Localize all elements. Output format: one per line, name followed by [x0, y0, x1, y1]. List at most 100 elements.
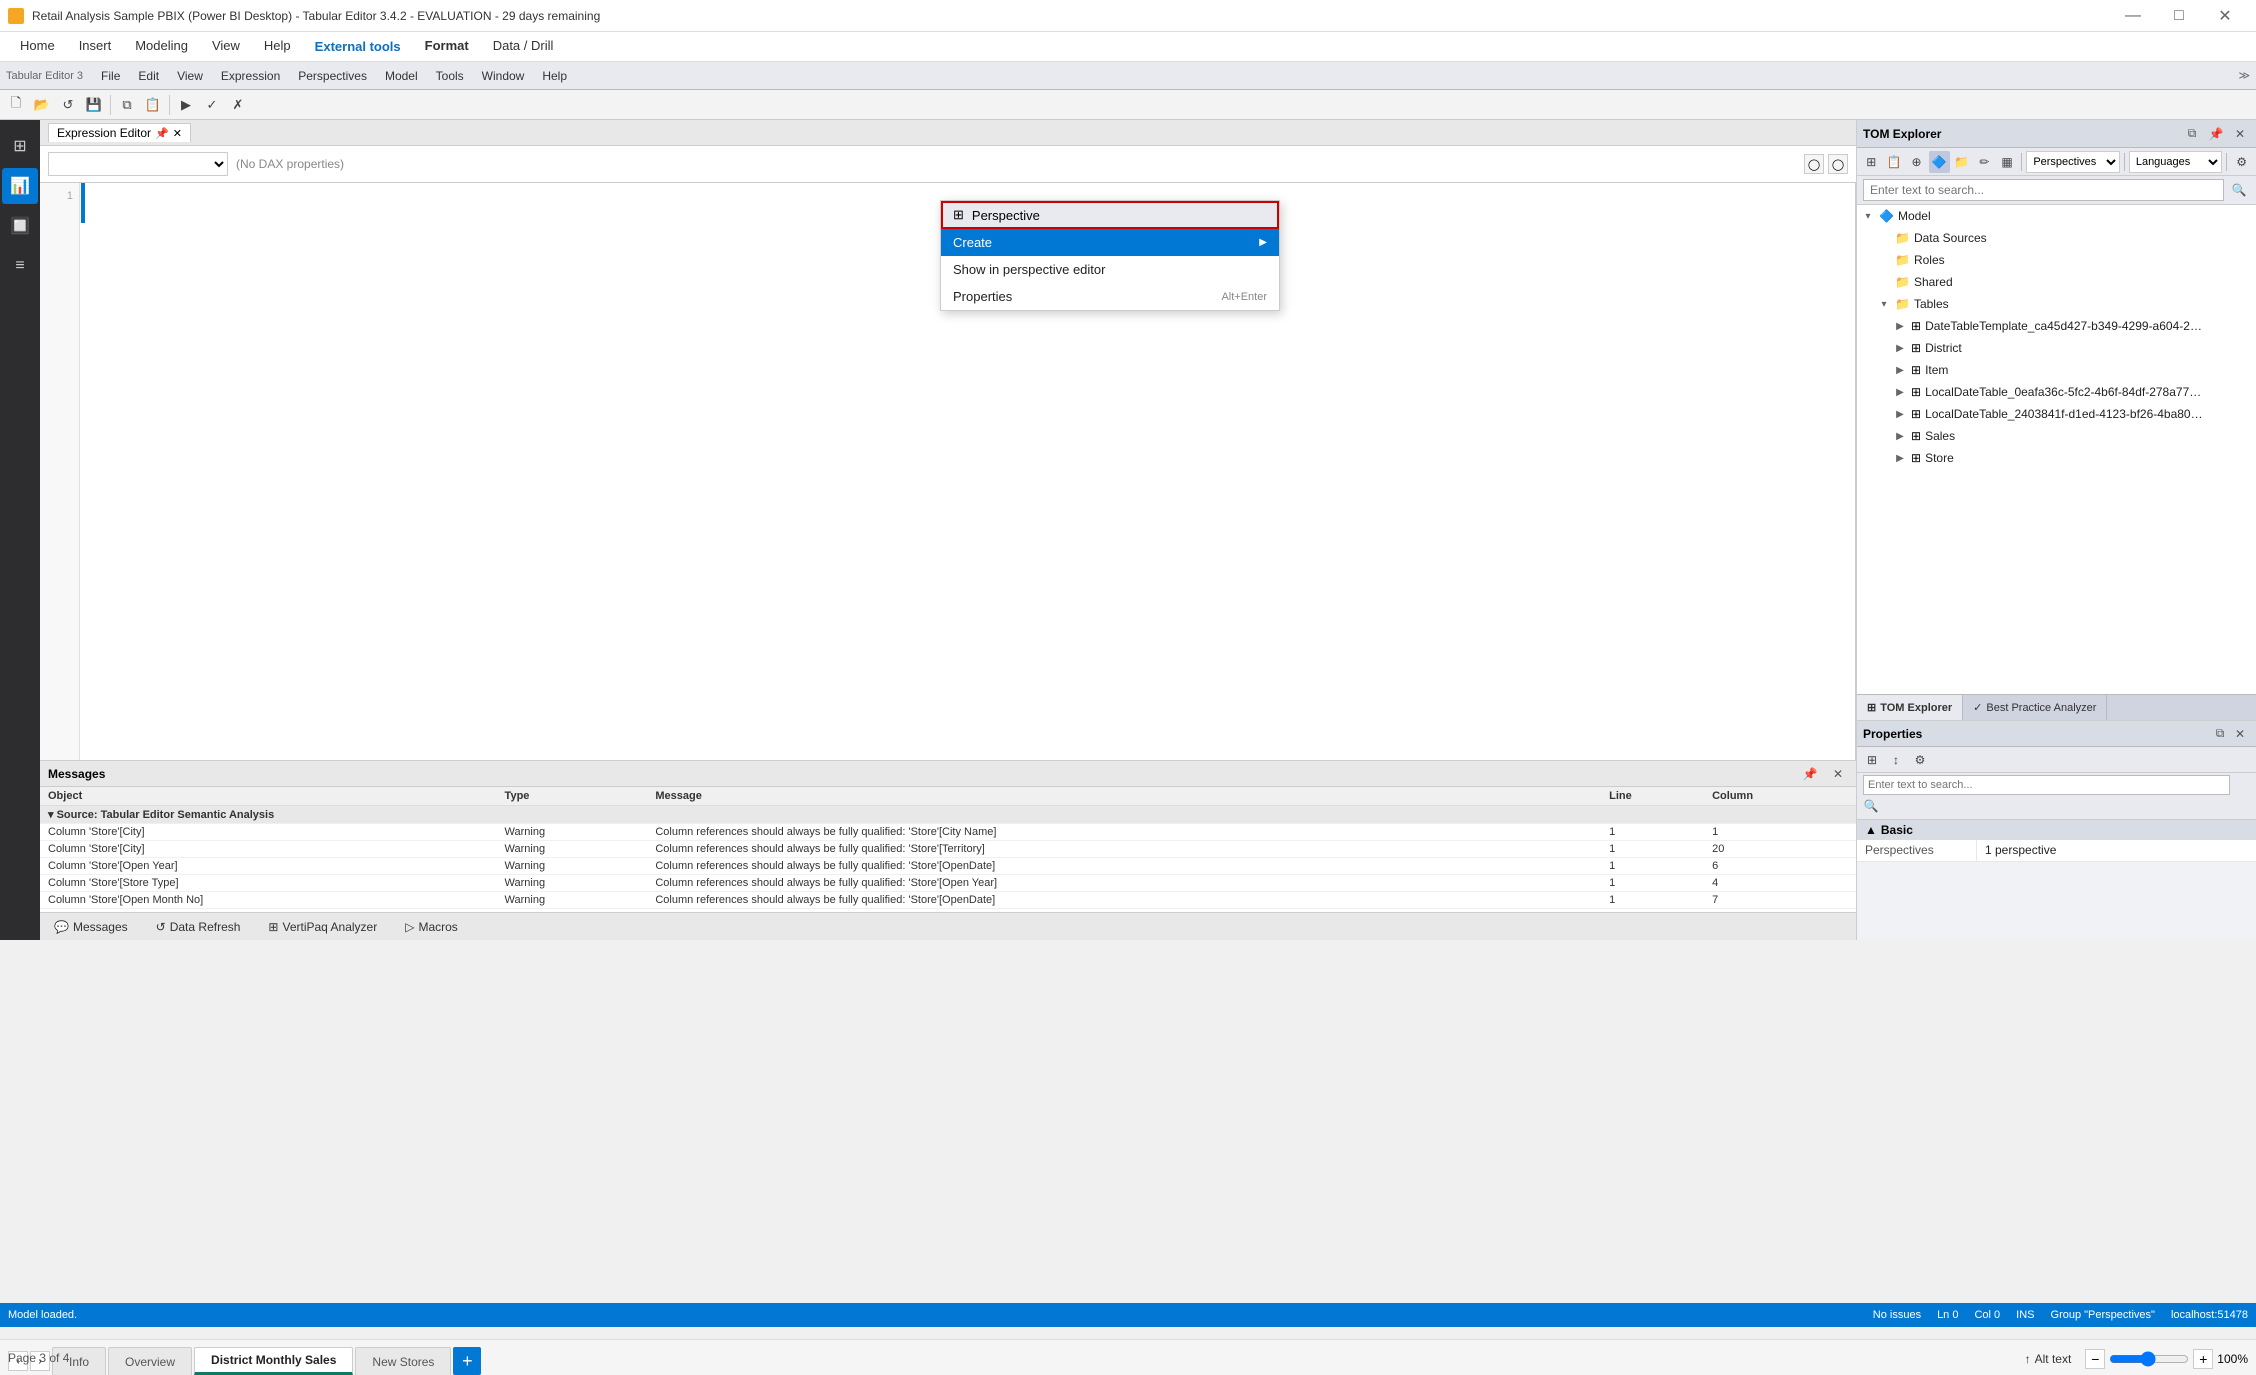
tom-tab-explorer[interactable]: ⊞ TOM Explorer	[1857, 695, 1963, 720]
expr-nav-prev[interactable]: ◯	[1804, 154, 1824, 174]
toolbar-save[interactable]: 💾	[82, 93, 106, 117]
t6-expand[interactable]: ▶	[1893, 431, 1907, 442]
model-expand-icon[interactable]: ▾	[1861, 211, 1875, 222]
tree-table-item[interactable]: ▶ ⊞ Item	[1857, 359, 2256, 381]
toolbar-paste[interactable]: 📋	[141, 93, 165, 117]
tree-shared[interactable]: 📁 Shared	[1857, 271, 2256, 293]
tree-model[interactable]: ▾ 🔷 Model	[1857, 205, 2256, 227]
sidebar-icon-3[interactable]: 🔲	[2, 208, 38, 244]
close-button[interactable]: ✕	[2202, 0, 2248, 32]
tree-table-store[interactable]: ▶ ⊞ Store	[1857, 447, 2256, 469]
menu-home[interactable]: Home	[8, 32, 67, 62]
tom-restore-btn[interactable]: ⧉	[2182, 124, 2202, 144]
tree-table-localdate1[interactable]: ▶ ⊞ LocalDateTable_0eafa36c-5fc2-4b6f-84…	[1857, 381, 2256, 403]
toolbar-refresh[interactable]: ↺	[56, 93, 80, 117]
te-menu-view[interactable]: View	[169, 67, 211, 85]
menu-help[interactable]: Help	[252, 32, 303, 62]
sidebar-icon-1[interactable]: ⊞	[2, 128, 38, 164]
tree-table-localdate2[interactable]: ▶ ⊞ LocalDateTable_2403841f-d1ed-4123-bf…	[1857, 403, 2256, 425]
tom-btn-7[interactable]: ▦	[1997, 151, 2018, 173]
props-close-btn[interactable]: ✕	[2230, 724, 2250, 744]
t4-expand[interactable]: ▶	[1893, 387, 1907, 398]
expr-nav-next[interactable]: ◯	[1828, 154, 1848, 174]
te-expand-icon[interactable]: ≫	[2238, 69, 2250, 82]
props-search-btn[interactable]: 🔍	[1863, 795, 1879, 817]
expr-editor-tab[interactable]: Expression Editor 📌 ✕	[48, 123, 191, 142]
te-menu-perspectives[interactable]: Perspectives	[290, 67, 375, 85]
props-restore-btn[interactable]: ⧉	[2210, 724, 2230, 744]
tom-tab-best-practice[interactable]: ✓ Best Practice Analyzer	[1963, 695, 2107, 720]
tree-roles[interactable]: 📁 Roles	[1857, 249, 2256, 271]
tables-expand[interactable]: ▾	[1877, 299, 1891, 310]
menu-view[interactable]: View	[200, 32, 252, 62]
properties-section-basic[interactable]: ▲ Basic	[1857, 820, 2256, 840]
maximize-button[interactable]: □	[2156, 0, 2202, 32]
tom-search-input[interactable]	[1863, 179, 2224, 201]
te-menu-expression[interactable]: Expression	[213, 67, 288, 85]
tom-close-btn[interactable]: ✕	[2230, 124, 2250, 144]
t5-expand[interactable]: ▶	[1893, 409, 1907, 420]
languages-dropdown[interactable]: Languages	[2129, 151, 2223, 173]
te-menu-model[interactable]: Model	[377, 67, 426, 85]
context-menu-properties[interactable]: Properties Alt+Enter	[941, 283, 1279, 310]
menu-external-tools[interactable]: External tools	[303, 32, 413, 62]
sidebar-icon-2[interactable]: 📊	[2, 168, 38, 204]
tom-btn-settings[interactable]: ⚙	[2231, 151, 2252, 173]
toolbar-new[interactable]: 🗋	[4, 93, 28, 117]
t7-expand[interactable]: ▶	[1893, 453, 1907, 464]
context-menu-create[interactable]: Create ▶	[941, 229, 1279, 256]
props-btn-2[interactable]: ↕	[1885, 749, 1907, 771]
page-tab-overview[interactable]: Overview	[108, 1347, 192, 1375]
toolbar-cancel[interactable]: ✗	[226, 93, 250, 117]
minimize-button[interactable]: —	[2110, 0, 2156, 32]
footer-vertipaq-btn[interactable]: ⊞ VertiPaq Analyzer	[262, 918, 383, 936]
menu-insert[interactable]: Insert	[67, 32, 124, 62]
add-page-button[interactable]: +	[453, 1347, 481, 1375]
te-menu-edit[interactable]: Edit	[130, 67, 167, 85]
sidebar-icon-4[interactable]: ≡	[2, 248, 38, 284]
footer-macros-btn[interactable]: ▷ Macros	[399, 918, 464, 936]
tom-btn-4[interactable]: 🔷	[1929, 151, 1950, 173]
tree-table-datetabletemplate[interactable]: ▶ ⊞ DateTableTemplate_ca45d427-b349-4299…	[1857, 315, 2256, 337]
tom-btn-5[interactable]: 📁	[1952, 151, 1973, 173]
expr-editor-pin-icon[interactable]: 📌	[155, 127, 169, 140]
tom-pin-btn[interactable]: 📌	[2206, 124, 2226, 144]
t3-expand[interactable]: ▶	[1893, 365, 1907, 376]
dax-selector[interactable]	[48, 152, 228, 176]
toolbar-check[interactable]: ✓	[200, 93, 224, 117]
zoom-slider[interactable]	[2109, 1351, 2189, 1367]
tom-btn-2[interactable]: 📋	[1884, 151, 1905, 173]
te-menu-help[interactable]: Help	[534, 67, 575, 85]
t1-expand[interactable]: ▶	[1893, 321, 1907, 332]
perspectives-dropdown[interactable]: Perspectives	[2026, 151, 2120, 173]
footer-data-refresh-btn[interactable]: ↺ Data Refresh	[150, 918, 247, 936]
page-tab-district-monthly[interactable]: District Monthly Sales	[194, 1347, 353, 1375]
menu-data-drill[interactable]: Data / Drill	[481, 32, 566, 62]
tree-data-sources[interactable]: 📁 Data Sources	[1857, 227, 2256, 249]
menu-format[interactable]: Format	[413, 32, 481, 62]
alt-text-button[interactable]: ↑ Alt text	[2019, 1350, 2078, 1368]
te-menu-window[interactable]: Window	[474, 67, 533, 85]
toolbar-open[interactable]: 📂	[30, 93, 54, 117]
tree-table-district[interactable]: ▶ ⊞ District	[1857, 337, 2256, 359]
messages-pin-btn[interactable]: 📌	[1800, 764, 1820, 784]
properties-search-input[interactable]	[1863, 775, 2230, 795]
menu-modeling[interactable]: Modeling	[123, 32, 200, 62]
tree-tables[interactable]: ▾ 📁 Tables	[1857, 293, 2256, 315]
tom-btn-3[interactable]: ⊕	[1906, 151, 1927, 173]
tom-btn-6[interactable]: ✏	[1974, 151, 1995, 173]
footer-messages-btn[interactable]: 💬 Messages	[48, 918, 134, 936]
prop-value-perspectives[interactable]: 1 perspective	[1977, 840, 2256, 861]
props-btn-3[interactable]: ⚙	[1909, 749, 1931, 771]
expr-editor-close-icon[interactable]: ✕	[173, 127, 182, 140]
messages-close-btn[interactable]: ✕	[1828, 764, 1848, 784]
tom-btn-1[interactable]: ⊞	[1861, 151, 1882, 173]
zoom-plus-btn[interactable]: +	[2193, 1349, 2213, 1369]
context-menu-show-perspective-editor[interactable]: Show in perspective editor	[941, 256, 1279, 283]
te-menu-tools[interactable]: Tools	[428, 67, 472, 85]
tree-table-sales[interactable]: ▶ ⊞ Sales	[1857, 425, 2256, 447]
tom-search-btn[interactable]: 🔍	[2228, 179, 2250, 201]
expand-icon[interactable]: ▾	[48, 809, 54, 821]
props-btn-1[interactable]: ⊞	[1861, 749, 1883, 771]
t2-expand[interactable]: ▶	[1893, 343, 1907, 354]
